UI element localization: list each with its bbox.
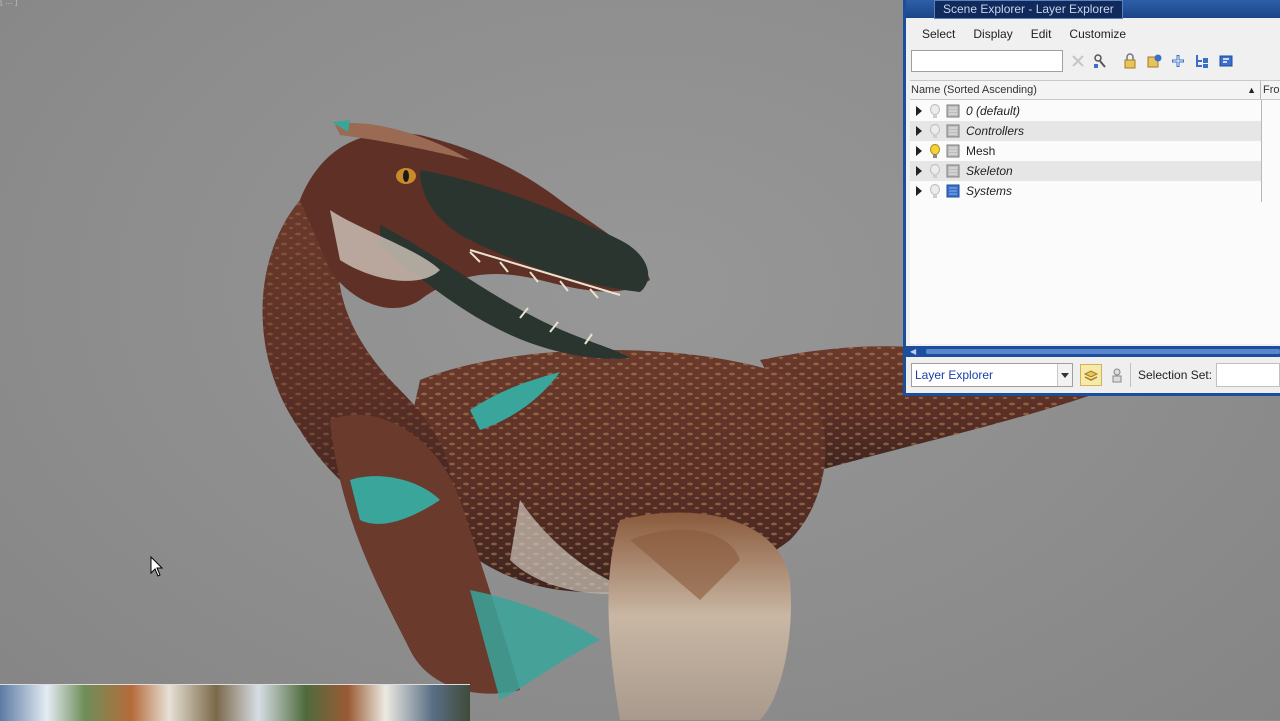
explorer-type-dropdown[interactable]: Layer Explorer [911, 363, 1073, 387]
column-name-label: Name (Sorted Ascending) [911, 84, 1037, 96]
layer-tree[interactable]: 0 (default) Controllers Mesh Skeleton Sy… [910, 100, 1280, 344]
select-layer-icon[interactable] [1194, 53, 1210, 69]
title-bar[interactable]: Scene Explorer - Layer Explorer [906, 0, 1280, 19]
lightbulb-on-icon[interactable] [929, 144, 941, 159]
layer-row[interactable]: 0 (default) [910, 101, 1261, 121]
scroll-left-icon[interactable]: ◀ [910, 346, 916, 357]
scene-explorer-window[interactable]: Scene Explorer - Layer Explorer Select D… [903, 0, 1280, 396]
lightbulb-off-icon[interactable] [929, 124, 941, 139]
layer-row[interactable]: Controllers [910, 121, 1261, 141]
system-layer-icon [946, 184, 960, 198]
layer-icon [946, 124, 960, 138]
new-layer-icon[interactable] [1146, 53, 1162, 69]
column-header: Name (Sorted Ascending) ▲ Fro [910, 80, 1280, 100]
highlight-layer-icon[interactable] [1218, 53, 1234, 69]
menu-select[interactable]: Select [906, 22, 964, 46]
menu-display[interactable]: Display [964, 22, 1021, 46]
selection-set-field[interactable] [1216, 363, 1280, 387]
layer-row[interactable]: Systems [910, 181, 1261, 201]
layer-label: Systems [966, 184, 1013, 198]
expand-arrow-icon[interactable] [916, 166, 922, 176]
environment-image-strip [0, 684, 470, 721]
search-input[interactable] [911, 50, 1063, 72]
layer-icon [946, 164, 960, 178]
layer-icon [946, 144, 960, 158]
find-filter-icon[interactable] [1092, 53, 1108, 69]
lock-icon[interactable] [1122, 53, 1138, 69]
selection-set-label: Selection Set: [1130, 363, 1220, 387]
column-name-header[interactable]: Name (Sorted Ascending) ▲ [911, 81, 1261, 99]
scrollbar-thumb[interactable] [926, 349, 1280, 354]
window-title: Scene Explorer - Layer Explorer [934, 0, 1123, 19]
add-to-layer-icon[interactable] [1170, 53, 1186, 69]
menu-edit[interactable]: Edit [1022, 22, 1061, 46]
menu-customize[interactable]: Customize [1060, 22, 1135, 46]
expand-arrow-icon[interactable] [916, 126, 922, 136]
layer-row[interactable]: Mesh [910, 141, 1261, 161]
layer-row[interactable]: Skeleton [910, 161, 1261, 181]
lightbulb-off-icon[interactable] [929, 164, 941, 179]
expand-arrow-icon[interactable] [916, 146, 922, 156]
mouse-cursor-icon [150, 556, 164, 577]
expand-arrow-icon[interactable] [916, 106, 922, 116]
toolbar [906, 48, 1280, 76]
explorer-type-value: Layer Explorer [915, 368, 994, 382]
layer-label: Skeleton [966, 164, 1013, 178]
lightbulb-off-icon[interactable] [929, 104, 941, 119]
sort-ascending-icon: ▲ [1247, 85, 1256, 95]
column-frozen-header[interactable]: Fro [1263, 81, 1280, 99]
chevron-down-icon[interactable] [1057, 364, 1072, 386]
horizontal-scrollbar[interactable]: ◀ [906, 346, 1280, 357]
selection-mode-icon[interactable] [1106, 364, 1128, 386]
layer-label: Controllers [966, 124, 1025, 138]
layer-label: Mesh [966, 144, 996, 158]
bottom-bar: Layer Explorer Selection Set: [906, 360, 1280, 390]
clear-filter-icon[interactable] [1070, 53, 1086, 69]
menu-bar: Select Display Edit Customize [906, 22, 1280, 46]
expand-arrow-icon[interactable] [916, 186, 922, 196]
layer-icon [946, 104, 960, 118]
layers-mode-button[interactable] [1080, 364, 1102, 386]
layer-label: 0 (default) [966, 104, 1021, 118]
lightbulb-off-icon[interactable] [929, 184, 941, 199]
